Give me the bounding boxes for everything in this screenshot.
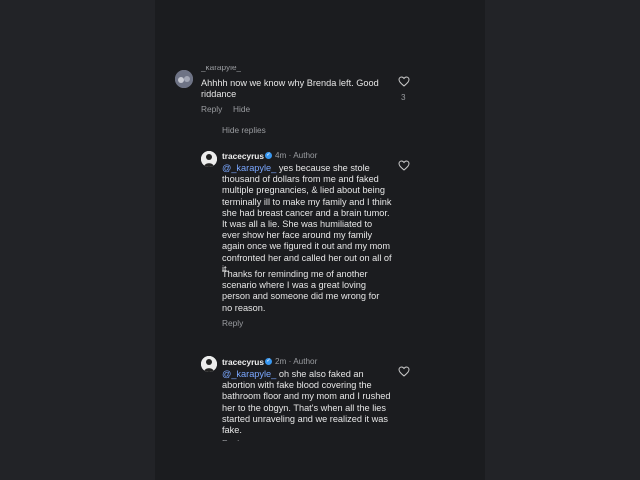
reply-button[interactable]: Reply (201, 104, 222, 114)
reply-button[interactable]: Reply (222, 436, 243, 441)
mention-link[interactable]: @_karapyle_ (222, 163, 276, 173)
heart-icon[interactable] (398, 160, 410, 171)
comment-text: Ahhhh now we know why Brenda left. Good … (201, 78, 379, 100)
heart-icon[interactable] (398, 366, 410, 377)
reply-time-value: 2m (275, 357, 287, 366)
reply-time: 4m · Author (275, 151, 318, 160)
hide-button[interactable]: Hide (233, 104, 250, 114)
author-avatar[interactable] (201, 151, 217, 167)
mention-link[interactable]: @_karapyle_ (222, 369, 276, 379)
reply-text-paragraph-2: Thanks for reminding me of another scena… (222, 269, 380, 313)
commenter-avatar[interactable] (175, 70, 193, 88)
reply-text: @_karapyle_ yes because she stole thousa… (222, 163, 392, 275)
commenter-username-cut[interactable]: _karapyle_ (201, 66, 241, 72)
author-tag: Author (293, 151, 318, 160)
author-avatar[interactable] (201, 356, 217, 372)
reply-time-value: 4m (275, 151, 287, 160)
reply-username[interactable]: tracecyrus (222, 357, 264, 367)
author-tag: Author (293, 357, 318, 366)
reply-text: @_karapyle_ oh she also faked an abortio… (222, 369, 392, 436)
heart-icon[interactable] (398, 76, 410, 87)
reply-username[interactable]: tracecyrus (222, 151, 264, 161)
like-count: 3 (401, 93, 406, 102)
verified-badge-icon: ✓ (265, 358, 272, 365)
comments-panel: _karapyle_ Ahhhh now we know why Brenda … (155, 0, 485, 480)
reply-button[interactable]: Reply (222, 318, 243, 328)
hide-replies-button[interactable]: Hide replies (222, 125, 266, 135)
reply-body: yes because she stole thousand of dollar… (222, 163, 392, 274)
reply-time: 2m · Author (275, 357, 318, 366)
verified-badge-icon: ✓ (265, 152, 272, 159)
